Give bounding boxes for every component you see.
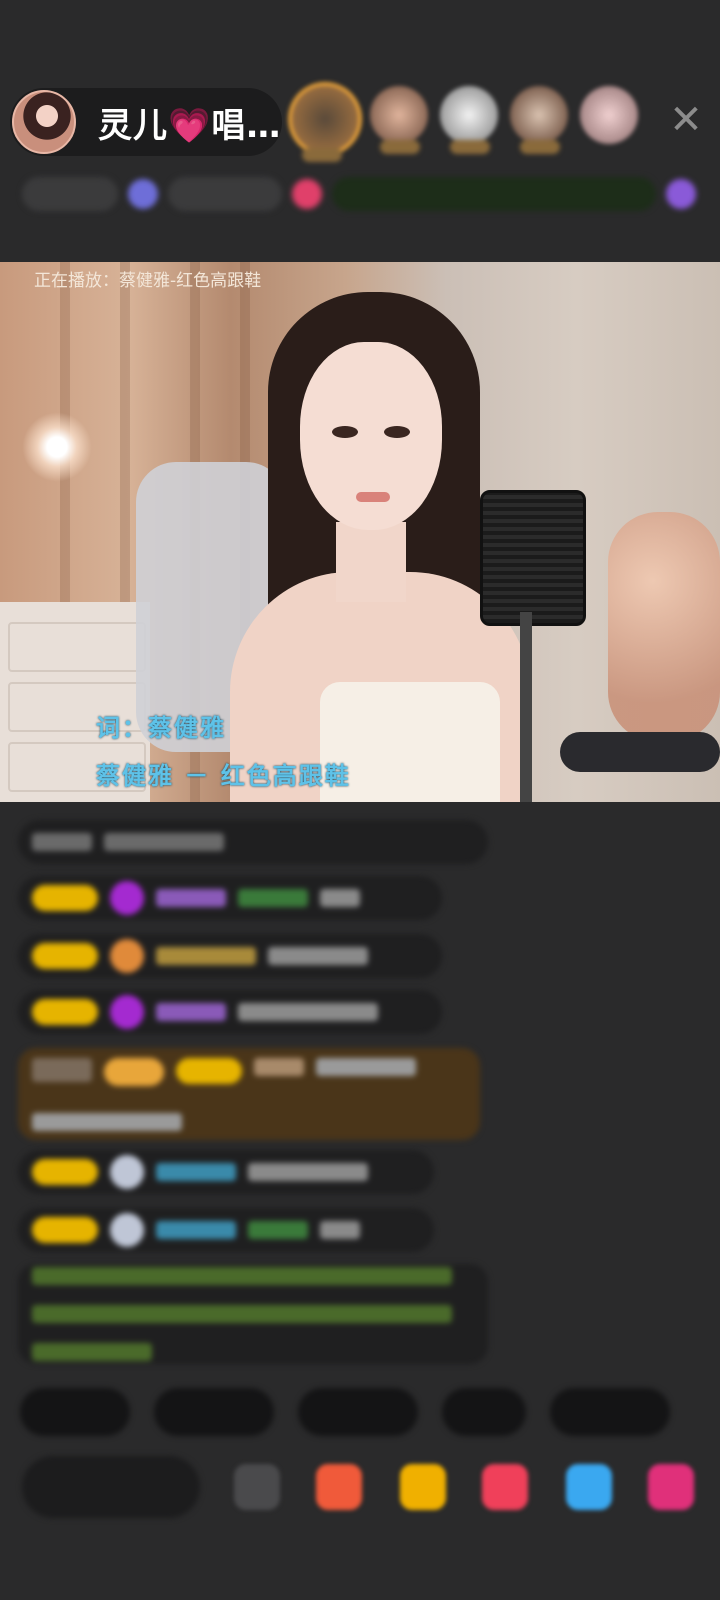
chat-text	[238, 1003, 378, 1021]
host-info-pill[interactable]: 灵儿💗唱…	[10, 88, 282, 156]
quick-tag[interactable]	[550, 1388, 670, 1436]
chat-message[interactable]	[18, 820, 488, 864]
gift-button[interactable]	[482, 1464, 528, 1510]
eye	[384, 426, 410, 438]
chat-username	[254, 1058, 304, 1076]
live-video[interactable]: 正在播放：蔡健雅-红色高跟鞋 词：蔡健雅 蔡健雅 － 红色高跟鞋	[0, 262, 720, 802]
viewer-rank-badge	[302, 148, 342, 162]
chat-message[interactable]	[18, 934, 442, 978]
notice-text	[32, 1343, 152, 1361]
chat-text	[238, 889, 308, 907]
chat-highlight-message[interactable]	[18, 1048, 480, 1140]
user-avatar	[110, 1155, 144, 1189]
fan-club-button[interactable]	[316, 1464, 362, 1510]
microphone	[480, 490, 586, 626]
chat-text	[104, 833, 224, 851]
lucky-bag-button[interactable]	[400, 1464, 446, 1510]
chat-text	[316, 1058, 416, 1076]
quick-tag[interactable]	[298, 1388, 418, 1436]
quick-tag[interactable]	[442, 1388, 526, 1436]
rank-chip[interactable]	[332, 177, 656, 211]
chat-username	[156, 1221, 236, 1239]
room-info-row	[22, 172, 702, 216]
eye	[332, 426, 358, 438]
fans-chip[interactable]	[168, 177, 282, 211]
host-name: 灵儿💗唱…	[98, 105, 282, 146]
now-playing-label: 正在播放：蔡健雅-红色高跟鞋	[34, 271, 262, 291]
chat-username	[156, 889, 226, 907]
lyric-line-1: 词：蔡健雅	[96, 714, 226, 742]
drawer	[8, 622, 146, 672]
quick-tag[interactable]	[20, 1388, 130, 1436]
share-icon[interactable]	[666, 179, 696, 209]
viewer-avatar[interactable]	[580, 86, 638, 144]
level-badge	[32, 885, 98, 911]
hot-value-chip[interactable]	[22, 177, 118, 211]
chat-message[interactable]	[18, 1150, 434, 1194]
level-badge	[32, 1217, 98, 1243]
quick-reply-tags	[20, 1388, 670, 1436]
fan-badge-icon	[110, 939, 144, 973]
mic-arm	[560, 732, 720, 772]
level-badge	[176, 1058, 242, 1084]
gem-icon	[110, 881, 144, 915]
chat-message[interactable]	[18, 1208, 434, 1252]
chat-text	[320, 1221, 360, 1239]
chat-username	[156, 1163, 236, 1181]
mic-stand	[520, 612, 532, 802]
viewer-avatar[interactable]	[370, 86, 428, 154]
viewer-rank-badge	[450, 140, 490, 154]
chat-message[interactable]	[18, 876, 442, 920]
viewer-rank-badge	[380, 140, 420, 154]
bear-decoration	[608, 512, 720, 742]
lips	[356, 492, 390, 502]
user-avatar	[110, 1213, 144, 1247]
lamp-light	[22, 412, 92, 482]
singer-neck	[336, 522, 406, 602]
emoji-button[interactable]	[234, 1464, 280, 1510]
chat-text	[32, 1113, 182, 1131]
share-button[interactable]	[566, 1464, 612, 1510]
singer-face	[300, 342, 442, 530]
chat-text	[268, 947, 368, 965]
chat-text	[320, 889, 360, 907]
vip-badge	[104, 1058, 164, 1086]
level-badge	[32, 999, 98, 1025]
level-badge	[32, 943, 98, 969]
viewer-rank-badge	[520, 140, 560, 154]
system-notice	[18, 1264, 488, 1364]
gem-icon	[110, 995, 144, 1029]
viewer-avatar[interactable]	[292, 86, 358, 162]
chat-message[interactable]	[18, 990, 442, 1034]
quick-tag[interactable]	[154, 1388, 274, 1436]
chat-username	[156, 947, 256, 965]
chat-text	[248, 1163, 368, 1181]
gift-icon[interactable]	[292, 179, 322, 209]
host-avatar[interactable]	[12, 90, 76, 154]
chat-username	[156, 1003, 226, 1021]
chat-text	[32, 1058, 92, 1082]
level-badge	[32, 1159, 98, 1185]
viewer-avatar[interactable]	[510, 86, 568, 154]
notice-text	[32, 1267, 452, 1285]
viewer-avatar[interactable]	[440, 86, 498, 154]
notice-text	[32, 1305, 452, 1323]
chat-text	[32, 833, 92, 851]
pk-icon[interactable]	[128, 179, 158, 209]
lyric-line-2: 蔡健雅 － 红色高跟鞋	[96, 762, 351, 790]
chat-text	[248, 1221, 308, 1239]
more-button[interactable]	[648, 1464, 694, 1510]
close-button[interactable]: ✕	[668, 100, 704, 140]
top-viewers-list	[292, 86, 638, 162]
chat-input[interactable]	[22, 1456, 200, 1518]
